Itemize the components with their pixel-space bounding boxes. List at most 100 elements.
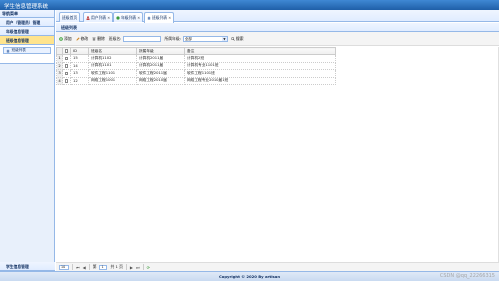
close-icon[interactable]: ✕ [137, 14, 140, 22]
grid-title: 班级列表 [56, 23, 499, 32]
tab-bar: 班级首页 用户列表 ✕ 年级列表 ✕ 班级列表 ✕ [56, 10, 499, 23]
close-icon[interactable]: ✕ [168, 14, 171, 22]
separator [88, 264, 90, 270]
close-icon[interactable]: ✕ [107, 14, 110, 22]
search-button[interactable]: 搜索 [230, 35, 245, 43]
cell-remark: 软件工程1101班 [184, 69, 336, 78]
main-content: 班级首页 用户列表 ✕ 年级列表 ✕ 班级列表 ✕ 班级列表 添加 修改 删除 … [56, 10, 499, 271]
grade-filter-value: 全部 [184, 36, 192, 41]
add-label: 添加 [64, 35, 72, 41]
table-row[interactable]: 3 13 软件工程1101 软件工程2011届 软件工程1101班 [56, 69, 336, 78]
search-icon [231, 36, 235, 41]
class-name-search-input[interactable] [123, 35, 162, 42]
footer: Copyright © 2020 By artisan [0, 271, 499, 281]
sidebar-item-class-list[interactable]: 班级列表 [3, 47, 51, 54]
delete-icon [92, 37, 96, 41]
tab-label: 用户列表 [91, 14, 107, 20]
cell-id: 15 [70, 54, 89, 63]
grade-icon [116, 15, 120, 20]
cell-grade: 计算机2011届 [136, 61, 185, 70]
sidebar-panel-class[interactable]: 班级信息管理 [0, 36, 54, 45]
edit-button[interactable]: 修改 [75, 35, 90, 43]
separator [142, 264, 144, 270]
cell-grade: 网络工程2010届 [136, 76, 185, 85]
add-icon [59, 36, 63, 41]
top-banner: 学生信息管理系统 [0, 0, 499, 10]
refresh-icon[interactable]: ⟳ [147, 265, 150, 270]
user-icon [86, 15, 90, 20]
chevron-down-icon[interactable]: ▼ [221, 36, 227, 41]
grid-toolbar: 添加 修改 删除 班级名: 所属年级: 全部 ▼ 搜索 [56, 32, 499, 46]
sidebar-item-label: 班级列表 [11, 48, 26, 52]
column-header-grade[interactable]: 所属年级 [136, 47, 185, 55]
grade-filter-select[interactable]: 全部 ▼ [182, 35, 228, 42]
delete-button[interactable]: 删除 [91, 35, 106, 43]
watermark: CSDN @qq_22266315 [439, 273, 495, 279]
total-pages-label: 共 1 页 [110, 264, 123, 269]
separator [125, 264, 127, 270]
pencil-icon [75, 36, 80, 41]
grid-title-label: 班级列表 [61, 25, 77, 30]
sidebar-panel-grade[interactable]: 年级信息管理 [0, 27, 54, 36]
sidebar-panel-student[interactable]: 学生信息管理 [0, 262, 55, 271]
cell-remark: 计算机专业1101班 [184, 61, 336, 70]
tab-class-list[interactable]: 班级列表 ✕ [144, 12, 175, 23]
tab-label: 班级首页 [62, 14, 78, 20]
home-icon [6, 48, 10, 53]
row-checkbox-cell[interactable] [62, 54, 71, 63]
column-header-id[interactable]: ID [70, 47, 89, 55]
cell-id: 12 [70, 76, 89, 85]
edit-label: 修改 [80, 35, 89, 41]
tab-label: 年级列表 [121, 14, 137, 20]
grade-filter-label: 所属年级: [164, 35, 181, 41]
row-checkbox-cell[interactable] [62, 76, 71, 85]
cell-name: 网络工程1001 [88, 76, 137, 85]
add-button[interactable]: 添加 [58, 35, 73, 43]
row-checkbox[interactable] [64, 56, 69, 60]
separator [72, 264, 73, 270]
class-table: ID 班级名 所属年级 备注 1 15 计算机1102 计算机2011届 计算机… [56, 47, 336, 85]
cell-id: 13 [70, 69, 89, 78]
last-page-icon[interactable]: ⏭ [136, 265, 140, 270]
page-number-input[interactable]: 1 [99, 264, 108, 270]
sidebar-header: 导航菜单 [0, 10, 54, 18]
next-page-icon[interactable]: ▶ [130, 265, 133, 270]
sidebar-panel-body: 班级列表 [0, 45, 54, 64]
tab-class-home[interactable]: 班级首页 [59, 12, 81, 22]
row-checkbox-cell[interactable] [62, 61, 71, 70]
cell-name: 计算机1102 [88, 54, 137, 63]
select-all-header[interactable] [62, 47, 71, 55]
row-checkbox[interactable] [64, 71, 69, 75]
page-size-select[interactable]: 10 [59, 264, 69, 270]
select-all-checkbox[interactable] [64, 49, 69, 53]
tab-user-list[interactable]: 用户列表 ✕ [83, 12, 114, 22]
sidebar-panel-user-admin[interactable]: 用户（管理员）管理 [0, 18, 54, 27]
row-checkbox[interactable] [64, 79, 69, 83]
prev-page-icon[interactable]: ◀ [83, 265, 86, 270]
class-name-search-label: 班级名: [108, 35, 122, 41]
column-header-name[interactable]: 班级名 [88, 47, 137, 55]
home-icon [147, 16, 151, 20]
cell-id: 14 [70, 61, 89, 70]
sidebar: 导航菜单 用户（管理员）管理 年级信息管理 班级信息管理 班级列表 学生信息管理 [0, 10, 55, 271]
cell-grade: 软件工程2011届 [136, 69, 185, 78]
cell-grade: 计算机2011届 [136, 54, 185, 63]
table-header-row: ID 班级名 所属年级 备注 [56, 47, 336, 55]
cell-remark: 网络工程专业2010届1班 [184, 76, 336, 85]
row-checkbox-cell[interactable] [62, 69, 71, 78]
cell-remark: 计算机2班 [184, 54, 336, 63]
first-page-icon[interactable]: ⏮ [76, 265, 80, 270]
tab-grade-list[interactable]: 年级列表 ✕ [113, 12, 144, 22]
sidebar-bottom: 学生信息管理 [0, 262, 55, 271]
table-row[interactable]: 2 14 计算机1101 计算机2011届 计算机专业1101班 [56, 61, 336, 70]
cell-name: 计算机1101 [88, 61, 137, 70]
column-header-remark[interactable]: 备注 [184, 47, 336, 55]
row-checkbox[interactable] [64, 64, 69, 68]
app-title: 学生信息管理系统 [4, 3, 49, 10]
table-row[interactable]: 1 15 计算机1102 计算机2011届 计算机2班 [56, 54, 336, 63]
tab-label: 班级列表 [152, 15, 168, 20]
pagination-bar: 10 ⏮ ◀ 第 1 共 1 页 ▶ ⏭ ⟳ [56, 262, 499, 271]
table-row[interactable]: 4 12 网络工程1001 网络工程2010届 网络工程专业2010届1班 [56, 76, 336, 85]
search-label: 搜索 [235, 35, 244, 41]
delete-label: 删除 [97, 35, 105, 41]
